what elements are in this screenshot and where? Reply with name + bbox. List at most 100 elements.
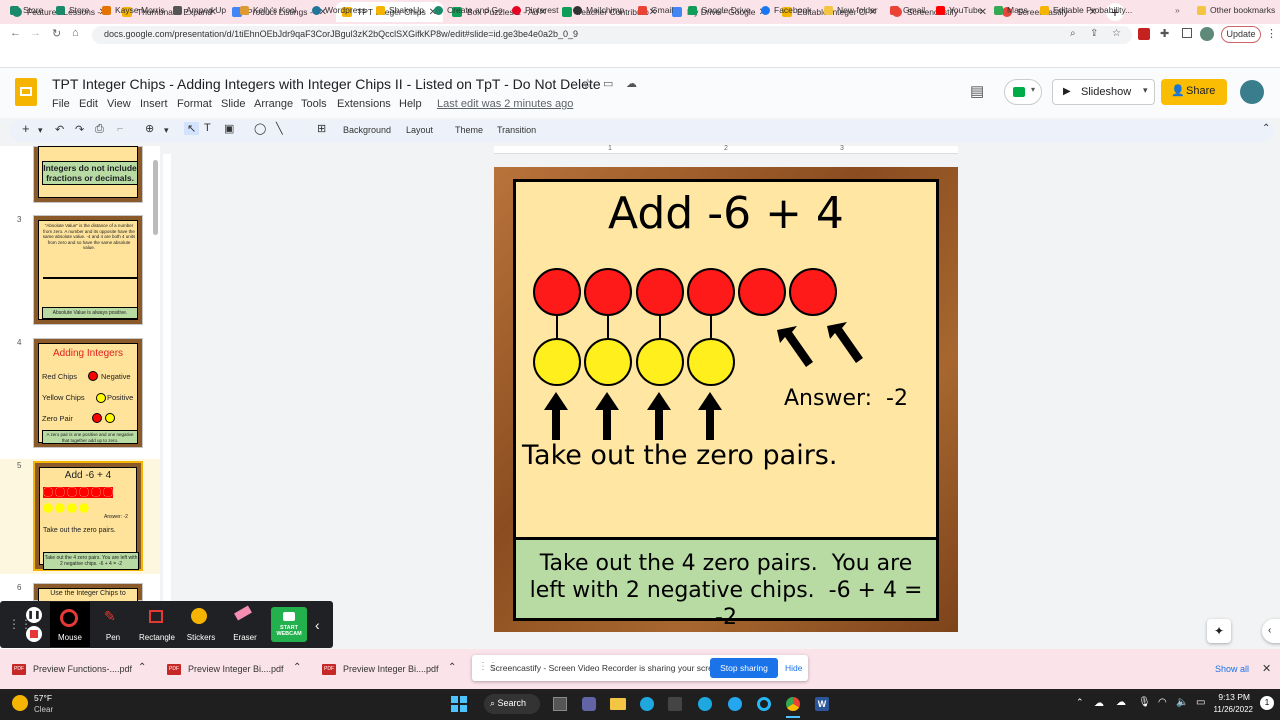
stop-sharing-button[interactable]: Stop sharing	[710, 658, 778, 678]
bookmark-item[interactable]: ShakeUp	[376, 5, 424, 15]
star-icon[interactable]: ☆	[582, 76, 594, 92]
pause-icon[interactable]: ❚❚	[26, 607, 42, 623]
speaker-icon[interactable]: 🔈	[1176, 697, 1188, 708]
bookmark-item[interactable]: Wordpress	[312, 5, 366, 15]
meet-button[interactable]: ▾	[1004, 79, 1042, 105]
hide-button[interactable]: Hide	[785, 663, 802, 673]
url-field[interactable]: docs.google.com/presentation/d/1tiEhnOEb…	[92, 26, 1132, 44]
wifi-icon[interactable]: ◠	[1158, 697, 1167, 708]
microphone-icon[interactable]: 🎙	[1138, 697, 1151, 708]
transition-button[interactable]: Transition	[497, 125, 536, 135]
word-icon[interactable]: W	[815, 697, 829, 711]
bookmark-item[interactable]: Store	[56, 5, 89, 15]
last-edit-link[interactable]: Last edit was 2 minutes ago	[437, 98, 573, 110]
chevron-up-icon[interactable]: ⌃	[138, 662, 146, 673]
image-icon[interactable]: ▣	[224, 122, 234, 135]
comment-add-icon[interactable]: ⊞	[317, 122, 326, 135]
share-page-icon[interactable]: ⇪	[1090, 28, 1098, 39]
new-slide-icon[interactable]: +	[22, 121, 30, 136]
slide-title[interactable]: Add -6 + 4	[516, 188, 936, 239]
edge-icon[interactable]	[698, 697, 712, 711]
close-icon[interactable]: ✕	[1262, 662, 1271, 675]
reload-icon[interactable]: ↻	[52, 27, 61, 40]
task-view-icon[interactable]	[553, 697, 567, 711]
bookmark-item[interactable]: Google Drive	[688, 5, 751, 15]
menu-file[interactable]: File	[52, 98, 70, 110]
taskbar-search[interactable]: ⌕ Search	[484, 694, 540, 714]
onedrive-icon[interactable]: ☁	[1116, 697, 1126, 708]
chevron-up-icon[interactable]: ⌃	[293, 662, 301, 673]
show-all-button[interactable]: Show all	[1215, 664, 1249, 674]
collapse-menu-icon[interactable]: ⌃	[1262, 123, 1270, 134]
other-bookmarks[interactable]: Other bookmarks	[1197, 5, 1275, 15]
edge-icon[interactable]	[640, 697, 654, 711]
bookmark-item[interactable]: Editable Probability...	[1040, 5, 1132, 15]
chevron-down-icon[interactable]: ▾	[38, 125, 43, 136]
puzzle-icon[interactable]: ✚	[1160, 27, 1169, 40]
bookmark-item[interactable]: New folder	[824, 5, 878, 15]
theme-button[interactable]: Theme	[455, 125, 483, 135]
undo-icon[interactable]: ↶	[55, 123, 64, 136]
back-icon[interactable]: ←	[10, 27, 21, 39]
bookmark-item[interactable]: Amped Up	[173, 5, 226, 15]
store-icon[interactable]	[668, 697, 682, 711]
bookmark-star-icon[interactable]: ☆	[1112, 28, 1121, 39]
windows-start-icon[interactable]	[451, 696, 467, 712]
bookmark-item[interactable]: Kayse Morris	[102, 5, 165, 15]
chat-icon[interactable]	[582, 697, 596, 711]
bookmark-item[interactable]: Mailchimp	[573, 5, 624, 15]
menu-insert[interactable]: Insert	[140, 98, 168, 110]
chrome-icon[interactable]	[786, 697, 800, 711]
slide-thumbnail-5[interactable]: Add -6 + 4 Answer: -2 Take out the zero …	[33, 461, 143, 571]
notifications-icon[interactable]: 1	[1260, 696, 1274, 710]
menu-arrange[interactable]: Arrange	[254, 98, 293, 110]
sticker-icon[interactable]	[191, 608, 207, 624]
slides-logo-icon[interactable]	[15, 78, 37, 106]
instruction-text[interactable]: Take out the zero pairs.	[522, 440, 837, 471]
side-panel-toggle-icon[interactable]: ‹	[1262, 619, 1280, 643]
weather-temp[interactable]: 57°F	[34, 693, 52, 703]
menu-view[interactable]: View	[107, 98, 131, 110]
chevron-down-icon[interactable]: ▾	[164, 125, 169, 136]
explanation-box[interactable]: Take out the 4 zero pairs. You are left …	[513, 537, 939, 630]
bookmark-item[interactable]: Pinterest	[512, 5, 559, 15]
profile-avatar[interactable]	[1200, 27, 1214, 41]
user-avatar[interactable]	[1240, 80, 1264, 104]
pen-icon[interactable]: ✎	[104, 608, 116, 625]
answer-text[interactable]: Answer: -2	[784, 386, 908, 411]
sidepanel-icon[interactable]	[1182, 28, 1192, 38]
document-title[interactable]: TPT Integer Chips - Adding Integers with…	[52, 76, 601, 92]
bookmark-item[interactable]: Facebook	[761, 5, 811, 15]
chevron-up-icon[interactable]: ⌃	[1076, 697, 1084, 708]
shape-icon[interactable]: ◯	[254, 122, 266, 135]
bookmark-item[interactable]: Store	[10, 5, 43, 15]
more-bookmarks-icon[interactable]: »	[1175, 5, 1180, 15]
explore-icon[interactable]: ✦	[1207, 619, 1231, 643]
zoom-icon[interactable]: ⌕	[1070, 28, 1076, 39]
slide-thumbnail-2[interactable]: Integers do not include fractions or dec…	[33, 146, 143, 203]
select-cursor-icon[interactable]: ↖	[184, 122, 200, 135]
extension-icon[interactable]	[1138, 28, 1150, 40]
line-icon[interactable]: ╲	[276, 122, 283, 135]
print-icon[interactable]: ⎙	[95, 123, 104, 136]
slideshow-button[interactable]: ▶ Slideshow ▾	[1052, 79, 1155, 105]
comments-icon[interactable]: ▤	[970, 82, 984, 100]
slide-thumbnail-4[interactable]: Adding Integers Red Chips Negative Yello…	[33, 338, 143, 448]
app-icon[interactable]	[728, 697, 742, 711]
zoom-icon[interactable]: ⊕	[145, 122, 154, 135]
rectangle-icon[interactable]	[149, 610, 163, 623]
paint-format-icon[interactable]: ⌐	[117, 123, 123, 135]
layout-button[interactable]: Layout	[406, 125, 433, 135]
bookmark-item[interactable]: Maps	[994, 5, 1028, 15]
download-item[interactable]: Preview Functions-....pdf	[33, 664, 132, 674]
collapse-toolbar-icon[interactable]: ‹	[315, 617, 320, 633]
menu-edit[interactable]: Edit	[79, 98, 98, 110]
panel-scrollbar[interactable]	[153, 160, 158, 235]
bookmark-item[interactable]: Gmail	[890, 5, 925, 15]
menu-extensions[interactable]: Extensions	[337, 98, 391, 110]
chevron-up-icon[interactable]: ⌃	[448, 662, 456, 673]
download-item[interactable]: Preview Integer Bi....pdf	[188, 664, 284, 674]
more-icon[interactable]: ⋮	[1266, 27, 1277, 40]
update-button[interactable]: Update	[1221, 26, 1261, 43]
home-icon[interactable]: ⌂	[72, 27, 79, 39]
